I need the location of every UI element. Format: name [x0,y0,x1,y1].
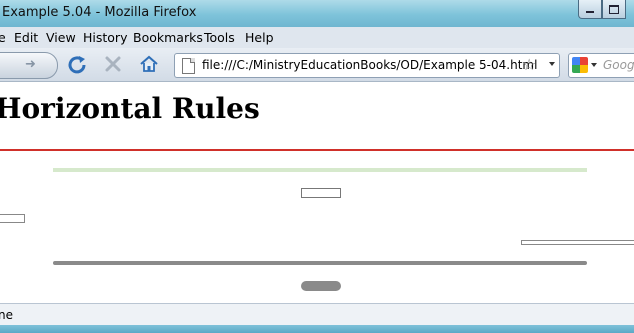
horizontal-rule-centered-short [301,188,341,198]
page-content: Horizontal Rules [0,82,634,303]
menu-tools[interactable]: Tools [204,30,235,45]
menu-help[interactable]: Help [245,30,274,45]
maximize-icon [609,4,619,14]
navigation-toolbar: ➜ file:///C:/MinistryEducationBooks/OD/E… [0,48,634,82]
home-button[interactable] [138,53,160,75]
window-bottom-border [0,325,634,333]
maximize-button[interactable] [602,0,626,19]
url-bar[interactable]: file:///C:/MinistryEducationBooks/OD/Exa… [174,53,560,78]
menu-history[interactable]: History [83,30,127,45]
page-heading: Horizontal Rules [0,92,260,125]
page-icon [182,58,195,74]
url-text[interactable]: file:///C:/MinistryEducationBooks/OD/Exa… [202,58,537,72]
menu-bar: e Edit View History Bookmarks Tools Help [0,27,634,48]
horizontal-rule-red [0,149,634,151]
search-input[interactable]: Googl [603,58,634,72]
forward-arrow-icon: ➜ [25,57,36,72]
window-title: Example 5.04 - Mozilla Firefox [2,5,197,20]
home-icon [140,55,158,72]
stop-button[interactable] [102,53,124,75]
horizontal-rule-gray-thick [53,261,587,265]
menu-bookmarks[interactable]: Bookmarks [133,30,203,45]
search-bar[interactable]: Googl [568,53,634,78]
horizontal-rule-rounded-short [301,281,341,291]
horizontal-rule-right-aligned [521,240,634,245]
menu-view[interactable]: View [46,30,76,45]
star-icon[interactable]: ☆ [522,55,536,74]
search-engine-dropdown-icon[interactable] [591,63,597,67]
reload-button[interactable] [66,53,88,75]
url-dropdown-icon[interactable] [549,62,555,66]
reload-icon [68,56,86,74]
menu-edit[interactable]: Edit [14,30,38,45]
back-forward-button[interactable]: ➜ [0,52,58,79]
menu-file[interactable]: e [0,30,6,45]
horizontal-rule-left-aligned [0,214,25,223]
minimize-icon [586,11,594,13]
status-bar: ne [0,303,634,326]
status-text: ne [0,308,13,322]
google-icon[interactable] [572,57,588,73]
minimize-button[interactable] [578,0,602,19]
title-bar[interactable]: Example 5.04 - Mozilla Firefox [0,0,634,27]
window-controls [578,0,626,19]
horizontal-rule-green [53,168,587,172]
stop-icon [105,56,121,72]
